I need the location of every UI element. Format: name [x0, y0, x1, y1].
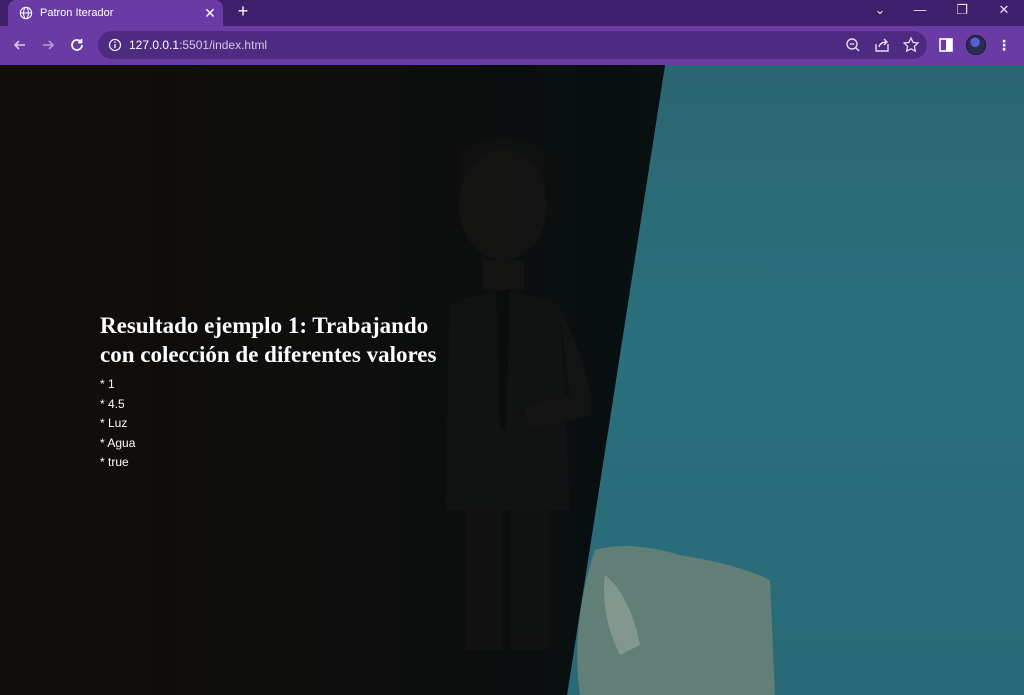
list-item: * Agua	[100, 435, 136, 450]
page-title-line-1: Resultado ejemplo 1: Trabajando	[100, 313, 429, 338]
list-item: * true	[100, 455, 129, 469]
globe-icon	[19, 6, 33, 20]
close-window-button[interactable]: ✕	[984, 0, 1024, 20]
minimize-button[interactable]: —	[900, 0, 940, 20]
url-path: :5501/index.html	[179, 38, 268, 52]
profile-avatar[interactable]	[966, 35, 986, 55]
page-viewport: Resultado ejemplo 1: Trabajando con cole…	[0, 65, 1024, 695]
result-section: Resultado ejemplo 1: Trabajando con cole…	[100, 311, 520, 473]
reload-icon	[71, 39, 83, 51]
browser-tab[interactable]: Patron Iterador ✕	[8, 0, 223, 26]
restore-button[interactable]: ❐	[942, 0, 982, 20]
background-hand-image	[577, 546, 775, 695]
arrow-left-icon	[13, 40, 25, 50]
browser-toolbar: 127.0.0.1:5501/index.html ⋮	[0, 26, 1024, 64]
list-item: * 1	[100, 377, 115, 391]
reload-button[interactable]	[66, 34, 88, 56]
tab-strip: Patron Iterador ✕ + ⌄ — ❐ ✕	[0, 0, 1024, 26]
url-text: 127.0.0.1:5501/index.html	[129, 38, 267, 52]
page-title-line-2: con colección de diferentes valores	[100, 342, 437, 367]
address-bar[interactable]: 127.0.0.1:5501/index.html	[98, 31, 927, 59]
tab-close-icon[interactable]: ✕	[197, 0, 223, 26]
tab-search-icon[interactable]: ⌄	[860, 0, 900, 20]
side-panel-icon[interactable]	[936, 35, 956, 55]
page-title: Resultado ejemplo 1: Trabajando con cole…	[100, 311, 520, 369]
values-list: * 1 * 4.5 * Luz * Agua * true	[100, 375, 520, 473]
menu-dots-icon[interactable]: ⋮	[996, 34, 1012, 56]
list-item: * Luz	[100, 416, 128, 430]
bookmark-star-icon[interactable]	[902, 36, 920, 54]
tab-title: Patron Iterador	[40, 7, 114, 19]
back-button[interactable]	[9, 34, 31, 56]
new-tab-button[interactable]: +	[232, 0, 254, 22]
info-icon[interactable]	[108, 38, 122, 52]
zoom-icon[interactable]	[844, 36, 862, 54]
list-item: * 4.5	[100, 396, 125, 411]
share-icon[interactable]	[873, 36, 891, 54]
forward-button[interactable]	[37, 34, 59, 56]
arrow-right-icon	[43, 40, 55, 50]
url-host: 127.0.0.1	[129, 38, 180, 52]
